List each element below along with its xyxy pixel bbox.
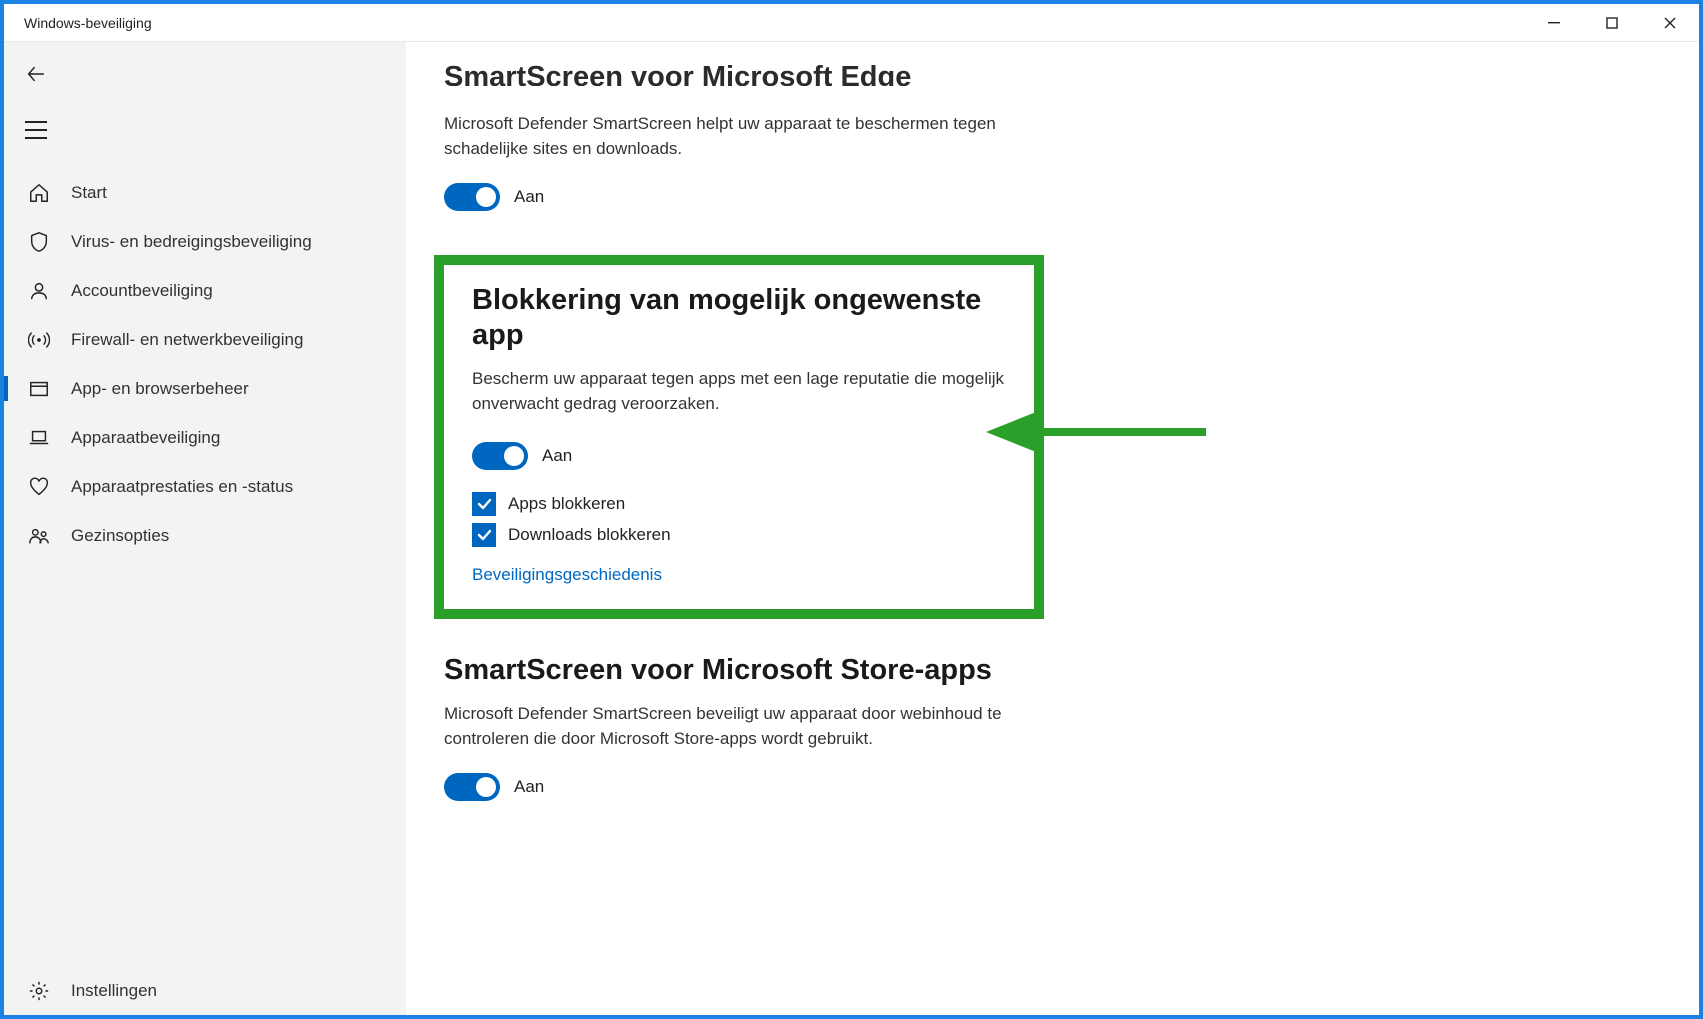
toggle-pua[interactable] bbox=[472, 442, 528, 470]
sidebar-item-label: App- en browserbeheer bbox=[71, 379, 249, 399]
maximize-button[interactable] bbox=[1583, 4, 1641, 42]
sidebar-item-health[interactable]: Apparaatprestaties en -status bbox=[4, 462, 406, 511]
sidebar-item-label: Gezinsopties bbox=[71, 526, 169, 546]
person-icon bbox=[26, 278, 52, 304]
toggle-smartscreen-store[interactable] bbox=[444, 773, 500, 801]
section-desc-pua: Bescherm uw apparaat tegen apps met een … bbox=[472, 367, 1006, 416]
checkbox-label-downloads: Downloads blokkeren bbox=[508, 525, 671, 545]
link-security-history[interactable]: Beveiligingsgeschiedenis bbox=[472, 565, 662, 584]
close-button[interactable] bbox=[1641, 4, 1699, 42]
sidebar-item-app-browser[interactable]: App- en browserbeheer bbox=[4, 364, 406, 413]
family-icon bbox=[26, 523, 52, 549]
checkbox-label-apps: Apps blokkeren bbox=[508, 494, 625, 514]
sidebar-item-label: Apparaatbeveiliging bbox=[71, 428, 220, 448]
sidebar-item-label: Start bbox=[71, 183, 107, 203]
arrow-left-icon bbox=[25, 63, 47, 85]
heart-icon bbox=[26, 474, 52, 500]
toggle-label-store: Aan bbox=[514, 777, 544, 797]
sidebar-item-firewall[interactable]: Firewall- en netwerkbeveiliging bbox=[4, 315, 406, 364]
shield-icon bbox=[26, 229, 52, 255]
hamburger-icon bbox=[25, 121, 47, 139]
section-desc-edge: Microsoft Defender SmartScreen helpt uw … bbox=[444, 112, 1004, 161]
content-area: SmartScreen voor Microsoft Edge Microsof… bbox=[406, 42, 1699, 1015]
antenna-icon bbox=[26, 327, 52, 353]
back-button[interactable] bbox=[12, 50, 60, 98]
sidebar-item-label: Virus- en bedreigingsbeveiliging bbox=[71, 232, 312, 252]
checkbox-block-apps[interactable] bbox=[472, 492, 496, 516]
sidebar-item-label: Apparaatprestaties en -status bbox=[71, 477, 293, 497]
toggle-smartscreen-edge[interactable] bbox=[444, 183, 500, 211]
sidebar-list: Start Virus- en bedreigingsbeveiliging A… bbox=[4, 168, 406, 966]
sidebar: Start Virus- en bedreigingsbeveiliging A… bbox=[4, 42, 406, 1015]
highlighted-pua-section: Blokkering van mogelijk ongewenste app B… bbox=[434, 255, 1044, 619]
window-title: Windows-beveiliging bbox=[4, 15, 152, 31]
gear-icon bbox=[26, 978, 52, 1004]
toggle-label-pua: Aan bbox=[542, 446, 572, 466]
window-controls bbox=[1525, 4, 1699, 42]
section-title-edge: SmartScreen voor Microsoft Edge bbox=[444, 60, 1629, 86]
sidebar-item-label: Accountbeveiliging bbox=[71, 281, 213, 301]
section-desc-store: Microsoft Defender SmartScreen beveiligt… bbox=[444, 702, 1004, 751]
sidebar-item-settings[interactable]: Instellingen bbox=[4, 966, 406, 1015]
sidebar-item-label: Firewall- en netwerkbeveiliging bbox=[71, 330, 303, 350]
sidebar-item-virus[interactable]: Virus- en bedreigingsbeveiliging bbox=[4, 217, 406, 266]
sidebar-item-label: Instellingen bbox=[71, 981, 157, 1001]
laptop-icon bbox=[26, 425, 52, 451]
app-browser-icon bbox=[26, 376, 52, 402]
sidebar-item-account[interactable]: Accountbeveiliging bbox=[4, 266, 406, 315]
section-smartscreen-store: SmartScreen voor Microsoft Store-apps Mi… bbox=[444, 653, 1629, 801]
titlebar: Windows-beveiliging bbox=[4, 4, 1699, 42]
sidebar-item-device[interactable]: Apparaatbeveiliging bbox=[4, 413, 406, 462]
hamburger-button[interactable] bbox=[12, 106, 60, 154]
sidebar-item-family[interactable]: Gezinsopties bbox=[4, 511, 406, 560]
checkbox-block-downloads[interactable] bbox=[472, 523, 496, 547]
section-title-store: SmartScreen voor Microsoft Store-apps bbox=[444, 653, 1629, 688]
sidebar-item-start[interactable]: Start bbox=[4, 168, 406, 217]
app-body: Start Virus- en bedreigingsbeveiliging A… bbox=[4, 42, 1699, 1015]
home-icon bbox=[26, 180, 52, 206]
section-title-pua: Blokkering van mogelijk ongewenste app bbox=[472, 283, 1006, 353]
section-smartscreen-edge: SmartScreen voor Microsoft Edge Microsof… bbox=[444, 72, 1629, 211]
app-window: Windows-beveiliging bbox=[0, 0, 1703, 1019]
toggle-label-edge: Aan bbox=[514, 187, 544, 207]
minimize-button[interactable] bbox=[1525, 4, 1583, 42]
